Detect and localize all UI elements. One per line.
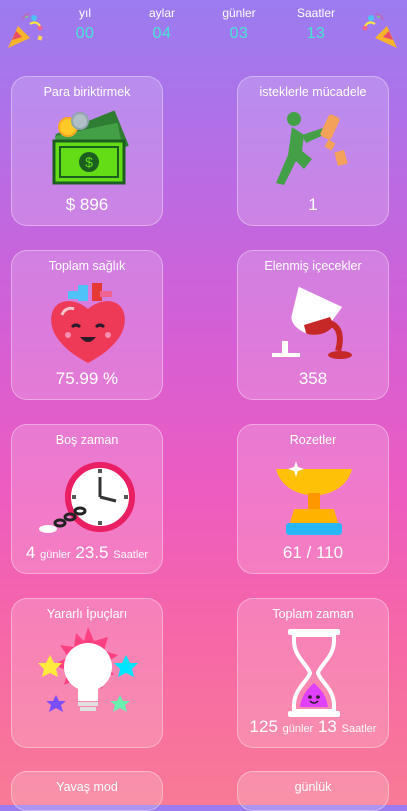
card-daily[interactable]: günlük bbox=[237, 771, 389, 811]
card-total-health[interactable]: Toplam sağlık 75.99 % bbox=[11, 250, 163, 400]
stat-hours: Saatler 13 bbox=[281, 6, 351, 43]
party-popper-icon bbox=[8, 13, 43, 48]
card-title: Boş zaman bbox=[55, 433, 119, 447]
total-time-hours: 13 bbox=[317, 717, 337, 736]
stat-years-value: 00 bbox=[75, 25, 95, 42]
free-time-days: 4 bbox=[25, 543, 36, 562]
stat-years-label: yıl bbox=[79, 6, 91, 20]
stat-months-value: 04 bbox=[152, 25, 172, 42]
card-value: 75.99 % bbox=[55, 369, 119, 388]
stat-days-value: 03 bbox=[229, 25, 249, 42]
card-value: 1 bbox=[308, 195, 318, 214]
card-money-saved[interactable]: Para biriktirmek $ $ 896 bbox=[11, 76, 163, 226]
total-time-hours-unit: Saatler bbox=[341, 723, 377, 735]
card-useful-tips[interactable]: Yararlı İpuçları bbox=[11, 598, 163, 748]
card-cravings-fought[interactable]: isteklerle mücadele 1 bbox=[237, 76, 389, 226]
card-badges[interactable]: Rozetler 61 / 110 bbox=[237, 424, 389, 574]
trophy-cup-icon bbox=[276, 461, 352, 535]
chained-clock-icon bbox=[39, 462, 135, 533]
card-slow-mode[interactable]: Yavaş mod bbox=[11, 771, 163, 811]
stat-days: günler 03 bbox=[204, 6, 274, 43]
card-value: 61 / 110 bbox=[282, 543, 344, 562]
svg-text:$: $ bbox=[85, 154, 93, 170]
card-value: 4 günler 23.5 Saatler bbox=[12, 543, 162, 563]
stat-months: aylar 04 bbox=[127, 6, 197, 43]
total-time-days: 125 bbox=[249, 717, 278, 736]
card-title: Para biriktirmek bbox=[43, 85, 131, 99]
card-title: Elenmiş içecekler bbox=[264, 259, 362, 273]
card-value: $ 896 bbox=[65, 195, 109, 214]
free-time-hours: 23.5 bbox=[75, 543, 109, 562]
card-title: isteklerle mücadele bbox=[259, 85, 367, 99]
card-title: Toplam sağlık bbox=[48, 259, 126, 273]
card-title: Rozetler bbox=[289, 433, 337, 447]
happy-heart-icon bbox=[51, 283, 125, 363]
header-stats: yıl 00 aylar 04 günler 03 Saatler 13 bbox=[0, 0, 407, 56]
stat-hours-value: 13 bbox=[306, 25, 326, 42]
card-free-time[interactable]: Boş zaman 4 günler 23.5 Saatler bbox=[11, 424, 163, 574]
lightbulb-icon bbox=[38, 627, 138, 712]
stat-years: yıl 00 bbox=[50, 6, 120, 43]
card-title: Yararlı İpuçları bbox=[46, 607, 128, 621]
hourglass-icon bbox=[288, 629, 340, 717]
kick-bottle-icon bbox=[276, 112, 348, 185]
card-value: 125 günler 13 Saatler bbox=[238, 717, 388, 737]
stat-days-label: günler bbox=[222, 6, 256, 20]
card-title: günlük bbox=[294, 780, 332, 794]
card-drinks-avoided[interactable]: Elenmiş içecekler 358 bbox=[237, 250, 389, 400]
spilled-glass-icon bbox=[272, 286, 352, 359]
party-popper-icon bbox=[362, 13, 397, 48]
money-stack-icon: $ bbox=[52, 110, 129, 185]
card-value: 358 bbox=[298, 369, 328, 388]
card-title: Yavaş mod bbox=[56, 780, 118, 794]
stat-months-label: aylar bbox=[148, 6, 175, 20]
total-time-days-unit: günler bbox=[282, 723, 314, 735]
stat-hours-label: Saatler bbox=[296, 6, 336, 20]
card-title: Toplam zaman bbox=[272, 607, 354, 621]
card-total-time[interactable]: Toplam zaman 125 günler 13 Saatler bbox=[237, 598, 389, 748]
free-time-hours-unit: Saatler bbox=[113, 549, 149, 561]
free-time-days-unit: günler bbox=[40, 549, 71, 561]
